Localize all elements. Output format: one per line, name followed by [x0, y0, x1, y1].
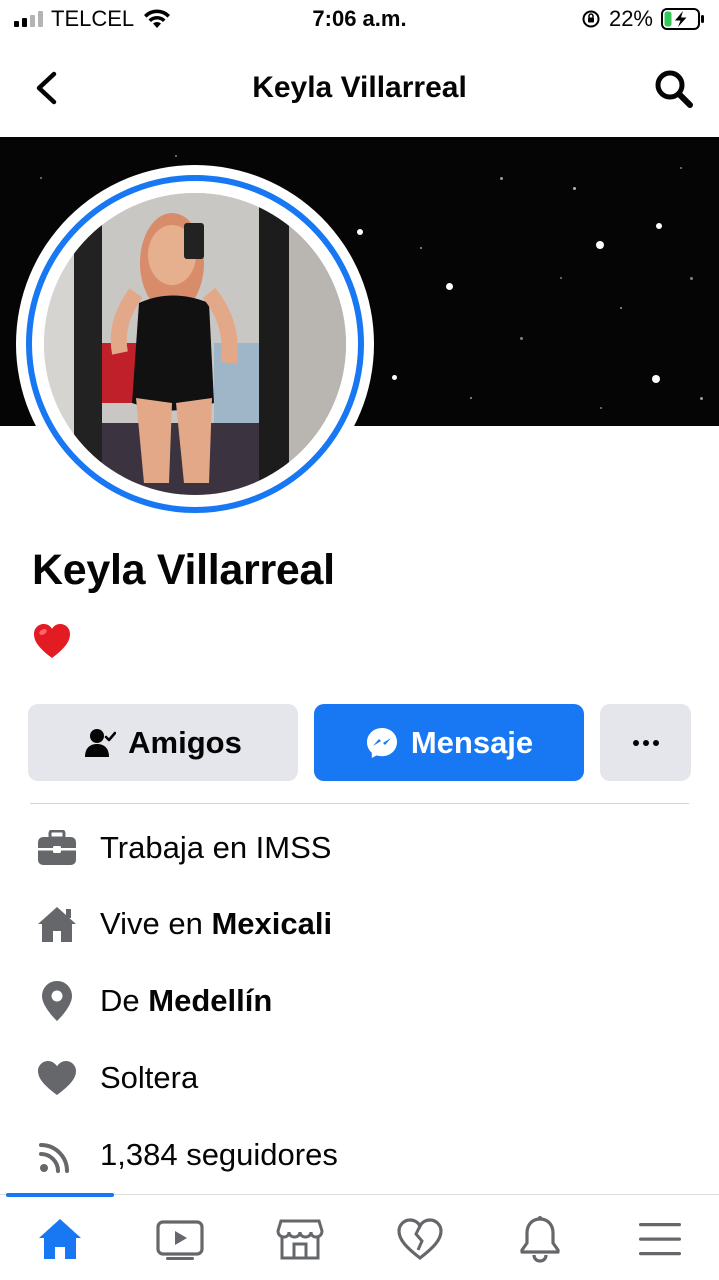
bottom-navigation — [0, 1193, 719, 1280]
avatar-photo — [44, 193, 346, 495]
nav-notifications[interactable] — [510, 1211, 570, 1267]
messenger-icon — [366, 727, 397, 758]
red-heart-icon — [34, 624, 70, 658]
header-title: Keyla Villarreal — [252, 71, 467, 104]
menu-icon — [639, 1223, 681, 1256]
from-row: De Medellín — [36, 975, 272, 1027]
home-icon — [36, 903, 78, 945]
dating-icon — [397, 1218, 443, 1261]
notifications-icon — [520, 1216, 560, 1263]
briefcase-icon — [36, 827, 78, 869]
profile-name: Keyla Villarreal — [32, 546, 335, 594]
active-tab-indicator — [6, 1193, 114, 1197]
more-options-button[interactable] — [600, 704, 691, 781]
nav-menu[interactable] — [630, 1211, 690, 1267]
friends-button-label: Amigos — [128, 724, 242, 760]
friends-button[interactable]: Amigos — [28, 704, 298, 781]
followers-row[interactable]: 1,384 seguidores — [36, 1129, 338, 1181]
work-text: Trabaja en IMSS — [100, 830, 332, 865]
from-text: De Medellín — [100, 983, 272, 1019]
nav-marketplace[interactable] — [270, 1211, 330, 1267]
message-button[interactable]: Mensaje — [314, 704, 584, 781]
section-divider — [30, 803, 689, 804]
lives-in-text: Vive en Mexicali — [100, 906, 332, 942]
orientation-lock-icon — [582, 10, 600, 28]
message-button-label: Mensaje — [410, 724, 534, 760]
status-right-group: 22% — [581, 6, 705, 32]
battery-charging-icon — [661, 8, 704, 30]
marketplace-icon — [276, 1219, 324, 1260]
rss-feed-icon — [36, 1134, 78, 1176]
heart-icon — [36, 1057, 78, 1099]
search-icon[interactable] — [653, 68, 695, 110]
story-ring — [26, 175, 364, 513]
lives-in-prefix: Vive en — [100, 906, 212, 941]
video-icon — [156, 1220, 204, 1260]
relationship-row: Soltera — [36, 1052, 198, 1104]
status-bar: TELCEL 7:06 a.m. 22% — [0, 0, 719, 40]
home-icon — [39, 1219, 81, 1259]
profile-avatar[interactable] — [16, 165, 374, 523]
friends-check-icon — [85, 728, 117, 757]
from-prefix: De — [100, 983, 149, 1018]
battery-percent: 22% — [608, 6, 653, 31]
lives-in-place[interactable]: Mexicali — [211, 906, 332, 941]
lives-in-row: Vive en Mexicali — [36, 898, 332, 950]
nav-home[interactable] — [30, 1211, 90, 1267]
relationship-text: Soltera — [100, 1060, 199, 1095]
nav-dating[interactable] — [390, 1211, 450, 1267]
location-pin-icon — [36, 980, 78, 1022]
work-row: Trabaja en IMSS — [36, 822, 331, 874]
followers-text: 1,384 seguidores — [100, 1137, 338, 1172]
profile-header: Keyla Villarreal — [0, 40, 719, 137]
more-dots-icon — [632, 739, 659, 746]
nav-video[interactable] — [150, 1211, 210, 1267]
from-place[interactable]: Medellín — [148, 983, 272, 1018]
